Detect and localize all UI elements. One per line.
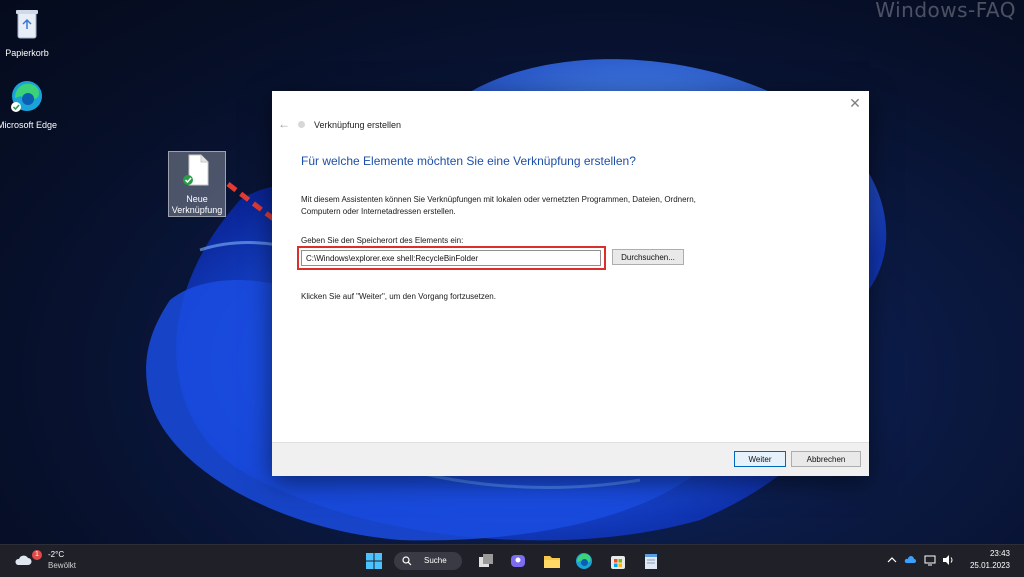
dialog-footer: Weiter Abbrechen (272, 442, 869, 476)
location-label: Geben Sie den Speicherort des Elements e… (301, 236, 464, 245)
search-label: Suche (424, 556, 447, 565)
weather-condition: Bewölkt (48, 561, 77, 570)
chat-icon[interactable] (508, 551, 528, 571)
edge-icon[interactable] (574, 551, 594, 571)
watermark: Windows-FAQ (875, 0, 1016, 22)
recycle-bin-icon (16, 10, 38, 39)
speaker-icon[interactable] (942, 554, 954, 566)
desktop-icon-label: Neue Verknüpfung (171, 194, 223, 215)
browse-button[interactable]: Durchsuchen... (612, 249, 684, 265)
display-icon[interactable] (924, 554, 936, 566)
taskbar: 1 -2°C Bewölkt Suche 23:43 25.01.2023 (0, 544, 1024, 577)
desktop-icon-label: Microsoft Edge (0, 120, 58, 130)
next-button[interactable]: Weiter (734, 451, 786, 467)
weather-temperature: -2°C (48, 550, 65, 559)
desktop-icon-new-shortcut[interactable]: Neue Verknüpfung (168, 151, 226, 217)
location-input[interactable]: C:\Windows\explorer.exe shell:RecycleBin… (301, 250, 601, 266)
desktop-icon-label: Papierkorb (5, 48, 49, 58)
task-view-icon[interactable] (476, 551, 496, 571)
edge-icon (11, 81, 42, 112)
cancel-button[interactable]: Abbrechen (791, 451, 861, 467)
new-shortcut-file-icon (183, 154, 209, 186)
chevron-up-icon[interactable] (886, 554, 898, 566)
back-arrow-icon[interactable]: ← (278, 117, 290, 131)
weather-widget[interactable]: 1 -2°C Bewölkt (10, 548, 90, 574)
dialog-heading: Für welche Elemente möchten Sie eine Ver… (301, 154, 636, 168)
file-explorer-icon[interactable] (542, 551, 562, 571)
desktop-icon-edge[interactable]: Microsoft Edge (0, 78, 62, 131)
dialog-description: Mit diesem Assistenten können Sie Verknü… (301, 195, 696, 216)
store-icon[interactable] (608, 551, 628, 571)
onedrive-icon[interactable] (904, 554, 916, 566)
close-icon[interactable]: ✕ (847, 95, 863, 111)
notepad-icon[interactable] (641, 551, 661, 571)
clock-date: 25.01.2023 (969, 561, 1010, 570)
clock[interactable]: 23:43 25.01.2023 (970, 548, 1010, 572)
create-shortcut-dialog: ✕ ← Verknüpfung erstellen Für welche Ele… (272, 91, 869, 476)
desktop-icon-recycle-bin[interactable]: Papierkorb (0, 6, 62, 59)
notification-badge: 1 (32, 550, 42, 560)
taskbar-search[interactable]: Suche (394, 552, 462, 570)
continue-hint: Klicken Sie auf "Weiter", um den Vorgang… (301, 292, 496, 301)
clock-time: 23:43 (989, 549, 1010, 558)
search-icon (402, 556, 412, 566)
dialog-title: Verknüpfung erstellen (314, 120, 402, 130)
start-icon[interactable] (364, 551, 384, 571)
cloud-icon (15, 555, 32, 565)
wizard-icon (298, 121, 305, 128)
